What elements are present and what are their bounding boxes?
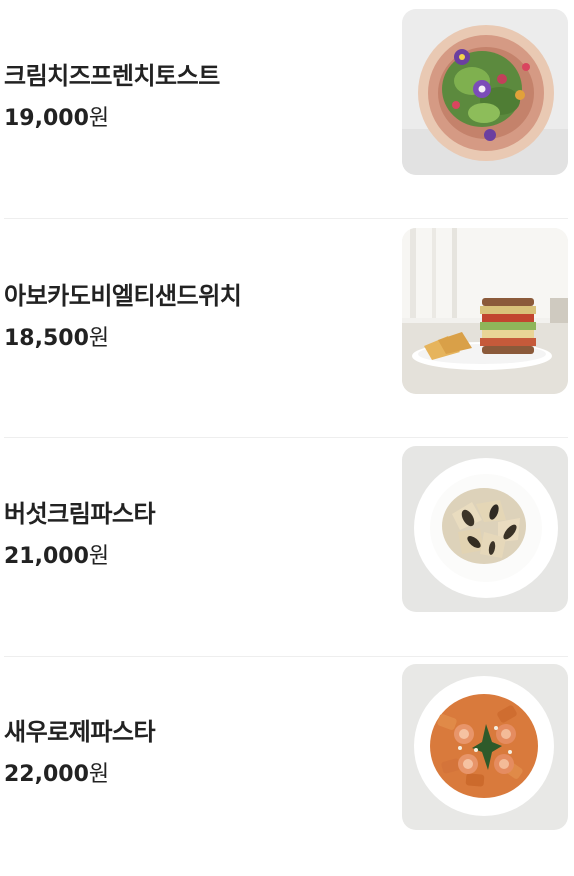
menu-item-photo[interactable] bbox=[402, 228, 568, 394]
menu-item-price: 22,000원 bbox=[4, 756, 109, 788]
price-amount: 22,000 bbox=[4, 762, 89, 787]
price-amount: 18,500 bbox=[4, 326, 89, 351]
menu-item-photo[interactable] bbox=[402, 9, 568, 175]
menu-item[interactable]: 아보카도비엘티샌드위치 18,500원 bbox=[4, 219, 568, 438]
price-currency: 원 bbox=[88, 762, 110, 787]
price-currency: 원 bbox=[88, 544, 110, 569]
menu-item[interactable]: 크림치즈프렌치토스트 19,000원 bbox=[4, 0, 568, 219]
menu-item-price: 21,000원 bbox=[4, 538, 109, 570]
price-currency: 원 bbox=[88, 106, 110, 131]
menu-item-name: 크림치즈프렌치토스트 bbox=[4, 62, 220, 90]
price-currency: 원 bbox=[88, 326, 110, 351]
menu-item-price: 18,500원 bbox=[4, 320, 109, 352]
menu-item-name: 아보카도비엘티샌드위치 bbox=[4, 282, 242, 310]
menu-list: 크림치즈프렌치토스트 19,000원 아보카도비엘티샌드위치 18,500원 버… bbox=[0, 0, 574, 876]
menu-item[interactable]: 새우로제파스타 22,000원 bbox=[4, 657, 568, 876]
menu-item-name: 새우로제파스타 bbox=[4, 718, 156, 746]
price-amount: 21,000 bbox=[4, 544, 89, 569]
menu-item-price: 19,000원 bbox=[4, 100, 109, 132]
menu-item-name: 버섯크림파스타 bbox=[4, 500, 156, 528]
menu-item-photo[interactable] bbox=[402, 664, 568, 830]
menu-item[interactable]: 버섯크림파스타 21,000원 bbox=[4, 438, 568, 657]
menu-item-photo[interactable] bbox=[402, 446, 568, 612]
price-amount: 19,000 bbox=[4, 106, 89, 131]
